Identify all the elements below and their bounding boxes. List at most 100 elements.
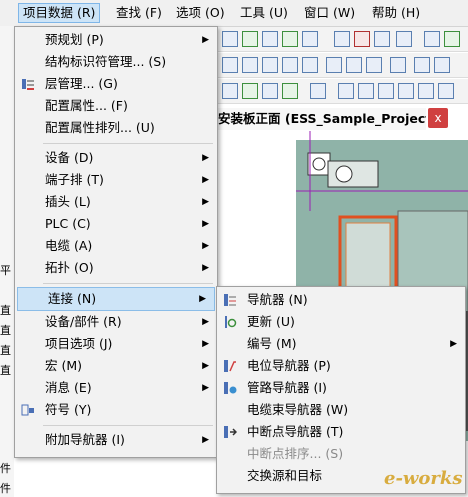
toolbar-tool-icon[interactable] bbox=[434, 57, 450, 73]
menu-item-terminal-strips[interactable]: 端子排 (T) ▶ bbox=[15, 169, 217, 191]
submenu-arrow-icon: ▶ bbox=[202, 35, 209, 45]
toolbar-tool-icon[interactable] bbox=[222, 83, 238, 99]
menu-item-project-options[interactable]: 项目选项 (J) ▶ bbox=[15, 333, 217, 355]
submenu-item-navigator[interactable]: 导航器 (N) bbox=[217, 289, 465, 311]
menu-item-messages[interactable]: 消息 (E) ▶ bbox=[15, 377, 217, 399]
toolbar-tool-icon[interactable] bbox=[438, 83, 454, 99]
left-pane-text: 平 bbox=[0, 264, 11, 277]
toolbar-tool-icon[interactable] bbox=[262, 83, 278, 99]
menu-item-property-arrangement[interactable]: 配置属性排列... (U) bbox=[15, 117, 217, 139]
submenu-item-numbering[interactable]: 编号 (M) ▶ bbox=[217, 333, 465, 355]
menu-item-devices-parts[interactable]: 设备/部件 (R) ▶ bbox=[15, 311, 217, 333]
toolbar-tool-icon[interactable] bbox=[302, 31, 318, 47]
menu-separator bbox=[43, 283, 213, 284]
svg-text:e-works: e-works bbox=[384, 468, 463, 489]
toolbar-tool-icon[interactable] bbox=[396, 31, 412, 47]
left-pane-text: 直 bbox=[0, 364, 11, 377]
toolbar-tool-icon[interactable] bbox=[262, 57, 278, 73]
toolbar-tool-icon[interactable] bbox=[366, 57, 382, 73]
submenu-arrow-icon: ▶ bbox=[202, 175, 209, 185]
menu-window[interactable]: 窗口 (W) bbox=[300, 4, 359, 22]
left-pane-text: 件 bbox=[0, 482, 11, 495]
menu-options[interactable]: 选项 (O) bbox=[172, 4, 229, 22]
submenu-arrow-icon: ▶ bbox=[450, 339, 457, 349]
e-works-logo: e-works bbox=[384, 468, 463, 489]
toolbar-tool-icon[interactable] bbox=[282, 83, 298, 99]
submenu-arrow-icon: ▶ bbox=[202, 219, 209, 229]
toolbar-tool-icon[interactable] bbox=[242, 83, 258, 99]
toolbar-tool-icon[interactable] bbox=[374, 31, 390, 47]
menu-item-symbols[interactable]: 符号 (Y) bbox=[15, 399, 217, 421]
toolbar-tool-icon[interactable] bbox=[354, 31, 370, 47]
toolbar-tool-icon[interactable] bbox=[222, 31, 238, 47]
submenu-arrow-icon: ▶ bbox=[202, 435, 209, 445]
menu-item-plc[interactable]: PLC (C) ▶ bbox=[15, 213, 217, 235]
submenu-arrow-icon: ▶ bbox=[199, 294, 206, 304]
menu-item-additional-navigators[interactable]: 附加导航器 (I) ▶ bbox=[15, 429, 217, 451]
toolbar-tool-icon[interactable] bbox=[310, 83, 326, 99]
left-pane-text: 直 bbox=[0, 344, 11, 357]
toolbar-tool-icon[interactable] bbox=[424, 31, 440, 47]
document-tab-title[interactable]: 安装板正面 (ESS_Sample_Project) bbox=[218, 108, 426, 130]
layer-management-icon bbox=[22, 79, 34, 90]
toolbar-tool-icon[interactable] bbox=[358, 83, 374, 99]
toolbar-tool-icon[interactable] bbox=[390, 57, 406, 73]
menu-item-connections[interactable]: 连接 (N) ▶ bbox=[17, 287, 215, 311]
menu-separator bbox=[43, 425, 213, 426]
toolbar-tool-icon[interactable] bbox=[222, 57, 238, 73]
toolbar-tool-icon[interactable] bbox=[338, 83, 354, 99]
pipeline-navigator-icon bbox=[224, 382, 237, 394]
submenu-arrow-icon: ▶ bbox=[202, 383, 209, 393]
toolbar-tool-icon[interactable] bbox=[302, 57, 318, 73]
menu-item-preplanning[interactable]: 预规划 (P) ▶ bbox=[15, 29, 217, 51]
navigator-icon bbox=[224, 294, 236, 306]
menu-item-devices[interactable]: 设备 (D) ▶ bbox=[15, 147, 217, 169]
menu-item-structure-identifier[interactable]: 结构标识符管理... (S) bbox=[15, 51, 217, 73]
submenu-arrow-icon: ▶ bbox=[202, 339, 209, 349]
toolbar-tool-icon[interactable] bbox=[326, 57, 342, 73]
toolbar-tool-icon[interactable] bbox=[418, 83, 434, 99]
left-pane-text: 直 bbox=[0, 324, 11, 337]
toolbar-tool-icon[interactable] bbox=[282, 57, 298, 73]
menu-separator bbox=[43, 143, 213, 144]
update-icon bbox=[225, 316, 237, 328]
submenu-item-update[interactable]: 更新 (U) bbox=[217, 311, 465, 333]
menu-item-layer-management[interactable]: 层管理... (G) bbox=[15, 73, 217, 95]
submenu-item-potential-navigator[interactable]: 电位导航器 (P) bbox=[217, 355, 465, 377]
menu-project-data[interactable]: 项目数据 (R) bbox=[18, 3, 101, 23]
left-pane-text: 件 bbox=[0, 462, 11, 475]
toolbar-tool-icon[interactable] bbox=[282, 31, 298, 47]
potential-navigator-icon bbox=[224, 360, 236, 372]
tab-close-button[interactable]: x bbox=[428, 108, 448, 128]
menu-item-cables[interactable]: 电缆 (A) ▶ bbox=[15, 235, 217, 257]
menu-item-topology[interactable]: 拓扑 (O) ▶ bbox=[15, 257, 217, 279]
menu-item-macros[interactable]: 宏 (M) ▶ bbox=[15, 355, 217, 377]
submenu-item-cable-harness-navigator[interactable]: 电缆束导航器 (W) bbox=[217, 399, 465, 421]
toolbar-tool-icon[interactable] bbox=[334, 31, 350, 47]
interruption-navigator-icon bbox=[224, 426, 237, 438]
toolbar-tool-icon[interactable] bbox=[242, 31, 258, 47]
menu-tools[interactable]: 工具 (U) bbox=[236, 4, 292, 22]
toolbar-tool-icon[interactable] bbox=[444, 31, 460, 47]
toolbar-tool-icon[interactable] bbox=[378, 83, 394, 99]
menu-help[interactable]: 帮助 (H) bbox=[368, 4, 424, 22]
toolbar-tool-icon[interactable] bbox=[414, 57, 430, 73]
submenu-item-pipeline-navigator[interactable]: 管路导航器 (I) bbox=[217, 377, 465, 399]
submenu-arrow-icon: ▶ bbox=[202, 153, 209, 163]
toolbar-tool-icon[interactable] bbox=[262, 31, 278, 47]
submenu-arrow-icon: ▶ bbox=[202, 197, 209, 207]
menu-find[interactable]: 查找 (F) bbox=[112, 4, 166, 22]
menu-item-configure-properties[interactable]: 配置属性... (F) bbox=[15, 95, 217, 117]
submenu-arrow-icon: ▶ bbox=[202, 241, 209, 251]
menu-item-plugs[interactable]: 插头 (L) ▶ bbox=[15, 191, 217, 213]
submenu-item-interruption-navigator[interactable]: 中断点导航器 (T) bbox=[217, 421, 465, 443]
menu-bar: 项目数据 (R) 查找 (F) 选项 (O) 工具 (U) 窗口 (W) 帮助 … bbox=[0, 0, 468, 27]
symbols-icon bbox=[21, 404, 34, 416]
left-pane-text: 直 bbox=[0, 304, 11, 317]
submenu-arrow-icon: ▶ bbox=[202, 361, 209, 371]
toolbar-tool-icon[interactable] bbox=[346, 57, 362, 73]
toolbar-tool-icon[interactable] bbox=[242, 57, 258, 73]
toolbar-row-2 bbox=[218, 53, 468, 78]
toolbar-tool-icon[interactable] bbox=[398, 83, 414, 99]
toolbar-row-3 bbox=[218, 79, 468, 104]
